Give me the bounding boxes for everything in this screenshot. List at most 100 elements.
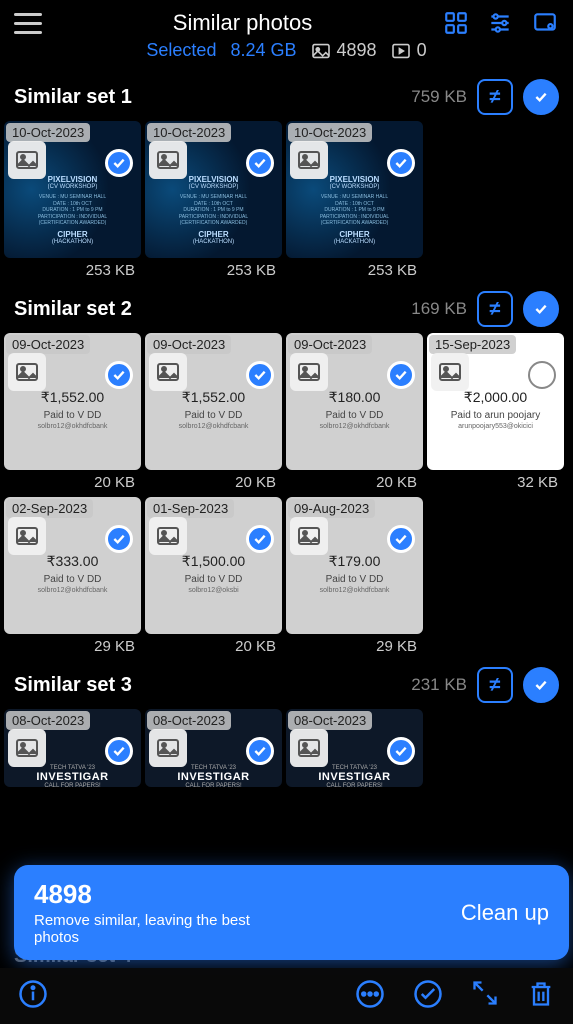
photo-icon[interactable] xyxy=(149,353,187,391)
set-select-toggle[interactable] xyxy=(523,79,559,115)
photo-card[interactable]: 09-Aug-2023₹179.00Paid to V DDsolbro12@o… xyxy=(286,497,423,657)
set-header: Similar set 1759 KB≠ xyxy=(0,69,573,121)
file-size: 20 KB xyxy=(286,470,423,493)
set-header: Similar set 2169 KB≠ xyxy=(0,281,573,333)
not-equal-button[interactable]: ≠ xyxy=(477,291,513,327)
selection-check[interactable] xyxy=(246,149,274,177)
compress-icon[interactable] xyxy=(471,979,499,1014)
photo-card[interactable]: 08-Oct-2023TECH TATVA '23INVESTIGARCALL … xyxy=(286,709,423,787)
set-select-toggle[interactable] xyxy=(523,291,559,327)
photo-grid: 08-Oct-2023 TECH TATVA '23INVESTIGARCALL … xyxy=(0,709,573,787)
set-size: 231 KB xyxy=(411,675,467,695)
selected-size: 8.24 GB xyxy=(230,40,296,61)
photo-eye-icon[interactable] xyxy=(531,10,559,36)
date-badge: 01-Sep-2023 xyxy=(147,499,234,518)
photo-grid: 09-Oct-2023 ₹1,552.00Paid to V DDsolbro12… xyxy=(0,333,573,657)
date-badge: 08-Oct-2023 xyxy=(288,711,372,730)
date-badge: 09-Oct-2023 xyxy=(288,335,372,354)
selection-check[interactable] xyxy=(387,361,415,389)
grid-view-icon[interactable] xyxy=(443,10,469,36)
photo-card[interactable]: 08-Oct-2023 TECH TATVA '23INVESTIGARCALL … xyxy=(145,709,282,787)
photo-icon[interactable] xyxy=(8,353,46,391)
photo-card[interactable]: 10-Oct-2023 PIXELVISION(CV WORKSHOP)VENUE… xyxy=(4,121,141,281)
not-equal-button[interactable]: ≠ xyxy=(477,79,513,115)
select-all-icon[interactable] xyxy=(413,979,443,1014)
date-badge: 15-Sep-2023 xyxy=(429,335,516,354)
not-equal-button[interactable]: ≠ xyxy=(477,667,513,703)
selection-check[interactable] xyxy=(246,737,274,765)
cleanup-count: 4898 xyxy=(34,879,294,910)
page-title: Similar photos xyxy=(173,10,312,36)
photo-icon[interactable] xyxy=(290,517,328,555)
selected-label: Selected xyxy=(146,40,216,61)
menu-icon[interactable] xyxy=(14,13,42,34)
event-text: PIXELVISION(CV WORKSHOP)VENUE : MU SEMIN… xyxy=(4,175,141,249)
event-text: PIXELVISION(CV WORKSHOP)VENUE : MU SEMIN… xyxy=(286,175,423,249)
event-text: PIXELVISION(CV WORKSHOP)VENUE : MU SEMIN… xyxy=(145,175,282,249)
more-icon[interactable] xyxy=(355,979,385,1014)
selection-check[interactable] xyxy=(105,737,133,765)
date-badge: 08-Oct-2023 xyxy=(6,711,90,730)
selection-check[interactable] xyxy=(105,361,133,389)
date-badge: 10-Oct-2023 xyxy=(6,123,90,142)
file-size: 253 KB xyxy=(145,258,282,281)
receipt-text: ₹179.00Paid to V DDsolbro12@okhdfcbank xyxy=(286,553,423,594)
set-title: Similar set 2 xyxy=(14,298,132,321)
file-size: 253 KB xyxy=(4,258,141,281)
trash-icon[interactable] xyxy=(527,979,555,1014)
photo-icon[interactable] xyxy=(149,141,187,179)
app-header: Similar photos Selected 8.24 GB 4898 0 xyxy=(0,0,573,69)
set-title: Similar set 1 xyxy=(14,86,132,109)
selection-check[interactable] xyxy=(387,149,415,177)
set-header: Similar set 3 231 KB ≠ xyxy=(0,657,573,709)
photo-card[interactable]: 01-Sep-2023 ₹1,500.00Paid to V DDsolbro12… xyxy=(145,497,282,657)
photo-icon[interactable] xyxy=(149,517,187,555)
receipt-text: ₹333.00Paid to V DDsolbro12@okhdfcbank xyxy=(4,553,141,594)
file-size: 29 KB xyxy=(4,634,141,657)
photo-icon[interactable] xyxy=(290,141,328,179)
selection-check[interactable] xyxy=(528,361,556,389)
bottom-toolbar xyxy=(0,968,573,1024)
file-size: 20 KB xyxy=(4,470,141,493)
photo-icon[interactable] xyxy=(8,141,46,179)
file-size: 20 KB xyxy=(145,634,282,657)
photo-icon[interactable] xyxy=(149,729,187,767)
info-icon[interactable] xyxy=(18,979,48,1014)
tune-icon[interactable] xyxy=(487,10,513,36)
photo-icon[interactable] xyxy=(290,353,328,391)
photo-card[interactable]: 15-Sep-2023 ₹2,000.00Paid to arun poojary… xyxy=(427,333,564,493)
content-scroll[interactable]: Similar set 1759 KB≠ 10-Oct-2023 PIXELVISI… xyxy=(0,69,573,939)
date-badge: 08-Oct-2023 xyxy=(147,711,231,730)
selection-check[interactable] xyxy=(105,149,133,177)
receipt-text: ₹2,000.00Paid to arun poojaryarunpoojary… xyxy=(427,389,564,430)
photo-card[interactable]: 10-Oct-2023PIXELVISION(CV WORKSHOP)VENUE… xyxy=(286,121,423,281)
date-badge: 09-Oct-2023 xyxy=(6,335,90,354)
photo-icon[interactable] xyxy=(8,517,46,555)
cleanup-banner[interactable]: 4898 Remove similar, leaving the best ph… xyxy=(14,865,569,960)
set-select-toggle[interactable] xyxy=(523,667,559,703)
file-size: 253 KB xyxy=(286,258,423,281)
cleanup-button[interactable]: Clean up xyxy=(461,900,549,926)
file-size: 32 KB xyxy=(427,470,564,493)
photo-card[interactable]: 02-Sep-2023₹333.00Paid to V DDsolbro12@o… xyxy=(4,497,141,657)
poster-text: TECH TATVA '23INVESTIGARCALL FOR PAPERS! xyxy=(149,765,278,787)
photo-card[interactable]: 09-Oct-2023₹180.00Paid to V DDsolbro12@o… xyxy=(286,333,423,493)
receipt-text: ₹1,552.00Paid to V DDsolbro12@okhdfcbank xyxy=(4,389,141,430)
selection-check[interactable] xyxy=(387,525,415,553)
receipt-text: ₹1,500.00Paid to V DDsolbro12@oksbi xyxy=(145,553,282,594)
photo-icon[interactable] xyxy=(290,729,328,767)
photo-card[interactable]: 09-Oct-2023 ₹1,552.00Paid to V DDsolbro12… xyxy=(4,333,141,493)
cleanup-subtitle: Remove similar, leaving the best photos xyxy=(34,912,294,946)
photo-card[interactable]: 10-Oct-2023PIXELVISION(CV WORKSHOP)VENUE… xyxy=(145,121,282,281)
photo-icon[interactable] xyxy=(431,353,469,391)
file-size: 29 KB xyxy=(286,634,423,657)
selection-check[interactable] xyxy=(105,525,133,553)
set-title: Similar set 3 xyxy=(14,674,132,697)
selection-check[interactable] xyxy=(246,361,274,389)
selection-check[interactable] xyxy=(387,737,415,765)
photo-icon[interactable] xyxy=(8,729,46,767)
date-badge: 09-Oct-2023 xyxy=(147,335,231,354)
photo-card[interactable]: 09-Oct-2023₹1,552.00Paid to V DDsolbro12… xyxy=(145,333,282,493)
photo-card[interactable]: 08-Oct-2023TECH TATVA '23INVESTIGARCALL … xyxy=(4,709,141,787)
selection-check[interactable] xyxy=(246,525,274,553)
